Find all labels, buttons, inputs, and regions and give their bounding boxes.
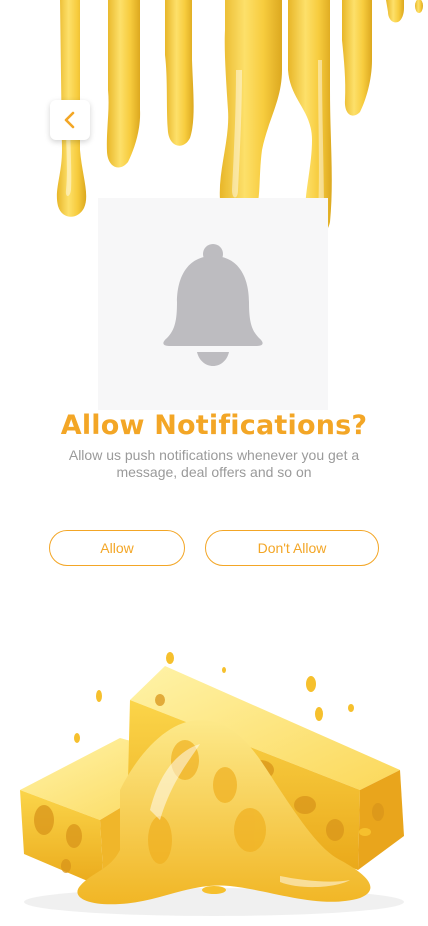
dont-allow-button[interactable]: Don't Allow — [205, 530, 379, 566]
allow-button[interactable]: Allow — [49, 530, 185, 566]
page-title: Allow Notifications? — [60, 410, 368, 441]
bell-icon — [163, 244, 263, 366]
page-subtitle: Allow us push notifications whenever you… — [68, 447, 360, 480]
back-button[interactable] — [50, 100, 90, 140]
chevron-left-icon — [64, 111, 75, 129]
cheese-illustration — [20, 652, 404, 916]
bell-illustration — [98, 198, 328, 410]
